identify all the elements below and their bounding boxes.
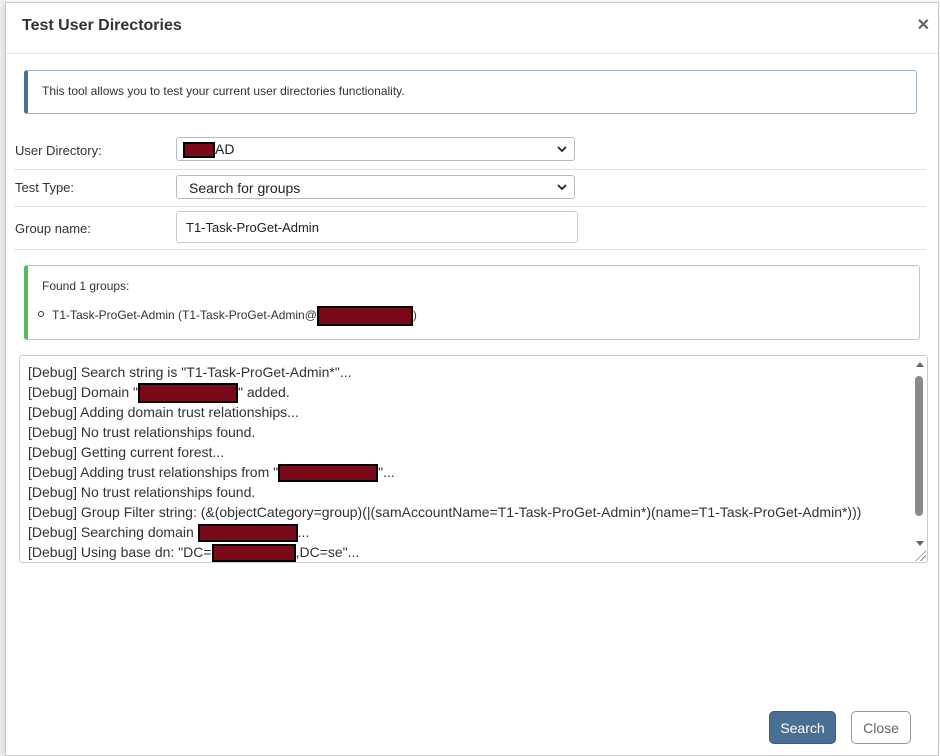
group-name-input[interactable]: T1-Task-ProGet-Admin: [176, 211, 578, 243]
redacted-block: [197, 524, 298, 543]
log-line: [Debug] Search string is "T1-Task-ProGet…: [28, 364, 352, 380]
result-alert: Found 1 groups: T1-Task-ProGet-Admin (T1…: [24, 265, 920, 340]
debug-log-textarea[interactable]: [Debug] Search string is "T1-Task-ProGet…: [19, 355, 928, 563]
group-name-row: Group name: T1-Task-ProGet-Admin: [14, 206, 926, 250]
test-user-directories-dialog: Test User Directories ✕ This tool allows…: [5, 2, 939, 756]
log-text: [Debug] Adding trust relationships from …: [28, 464, 279, 480]
redacted-block: [211, 544, 296, 562]
resize-grip-icon[interactable]: [914, 549, 926, 561]
log-text: "...: [378, 464, 395, 480]
log-line: [Debug] Domain " " added.: [28, 382, 861, 404]
dialog-title: Test User Directories: [22, 17, 182, 34]
log-line: [Debug] Using base dn: "DC= ,DC=se"...: [28, 542, 861, 562]
test-type-select[interactable]: Search for groups: [176, 175, 575, 199]
log-line: [Debug] No trust relationships found.: [28, 484, 256, 500]
close-icon[interactable]: ✕: [917, 17, 930, 35]
redacted-block: [278, 464, 379, 483]
test-type-value: Search for groups: [189, 180, 301, 196]
log-line: [Debug] No trust relationships found.: [28, 424, 256, 440]
result-item-suffix: ): [412, 308, 417, 323]
redacted-block: [183, 142, 215, 159]
log-text: ,DC=se"...: [295, 544, 360, 560]
log-text: ...: [297, 524, 310, 540]
user-directory-row: User Directory: AD: [14, 131, 926, 170]
log-line: [Debug] Adding trust relationships from …: [28, 462, 861, 483]
log-text: [Debug] Searching domain: [28, 524, 198, 540]
log-text: " added.: [238, 384, 290, 400]
user-directory-select[interactable]: AD: [176, 137, 575, 161]
search-button[interactable]: Search: [769, 711, 836, 744]
chevron-down-icon: [557, 146, 567, 153]
scroll-up-arrow-icon[interactable]: [916, 362, 924, 367]
log-scrollbar[interactable]: [913, 358, 925, 548]
log-text: [Debug] Domain ": [28, 384, 139, 400]
test-type-label: Test Type:: [15, 180, 75, 195]
result-item-prefix: T1-Task-ProGet-Admin (T1-Task-ProGet-Adm…: [52, 308, 317, 323]
info-alert: This tool allows you to test your curren…: [24, 70, 917, 114]
chevron-down-icon: [557, 184, 567, 191]
info-text: This tool allows you to test your curren…: [42, 84, 405, 98]
log-line: [Debug] Getting current forest...: [28, 444, 225, 460]
redacted-block: [138, 383, 239, 404]
scrollbar-thumb[interactable]: [915, 376, 923, 516]
log-line: [Debug] Adding domain trust relationship…: [28, 404, 299, 420]
group-name-label: Group name:: [15, 221, 91, 236]
user-directory-value: AD: [215, 141, 235, 157]
scroll-down-arrow-icon[interactable]: [916, 541, 924, 546]
result-heading: Found 1 groups:: [42, 279, 130, 293]
header-divider: [6, 53, 938, 54]
result-item: T1-Task-ProGet-Admin (T1-Task-ProGet-Adm…: [38, 306, 417, 326]
log-line: [Debug] Searching domain ...: [28, 522, 861, 543]
group-name-value: T1-Task-ProGet-Admin: [186, 220, 319, 235]
redacted-block: [316, 306, 413, 326]
log-line: [Debug] Group Filter string: (&(objectCa…: [28, 504, 862, 520]
log-text: [Debug] Using base dn: "DC=: [28, 544, 212, 560]
test-type-row: Test Type: Search for groups: [14, 169, 926, 207]
close-button[interactable]: Close: [851, 711, 911, 744]
user-directory-label: User Directory:: [15, 143, 102, 158]
